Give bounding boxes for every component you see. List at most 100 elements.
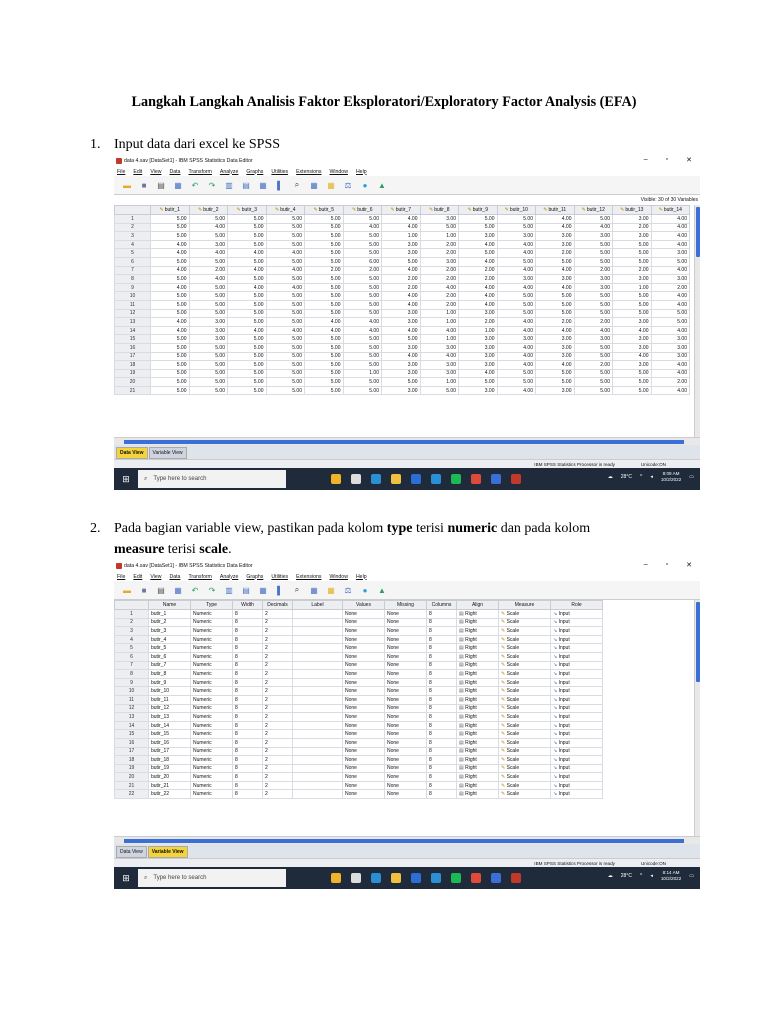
column-header[interactable]: Width bbox=[232, 600, 263, 610]
align-cell[interactable]: ▤ Right bbox=[456, 763, 499, 774]
data-cell[interactable]: 3.00 bbox=[612, 317, 652, 327]
role-cell[interactable]: ↘ Input bbox=[550, 686, 603, 696]
data-cell[interactable]: 3.00 bbox=[650, 334, 690, 344]
columns-cell[interactable]: 8 bbox=[426, 772, 457, 782]
width-cell[interactable]: 8 bbox=[232, 660, 263, 671]
data-cell[interactable]: 5.00 bbox=[342, 351, 382, 362]
spss-taskbar-icon[interactable] bbox=[511, 474, 521, 484]
folder-icon[interactable] bbox=[331, 474, 341, 484]
name-cell[interactable]: butir_20 bbox=[148, 772, 191, 782]
data-cell[interactable]: 2.00 bbox=[573, 265, 613, 276]
data-cell[interactable]: 5.00 bbox=[612, 291, 652, 301]
measure-cell[interactable]: ✎ Scale bbox=[498, 609, 551, 619]
insert-variable-icon[interactable]: ▦ bbox=[324, 179, 338, 192]
align-cell[interactable]: ▤ Right bbox=[456, 789, 499, 800]
name-cell[interactable]: butir_1 bbox=[148, 609, 191, 619]
name-cell[interactable]: butir_15 bbox=[148, 729, 191, 739]
data-cell[interactable]: 3.00 bbox=[496, 274, 536, 284]
data-cell[interactable]: 5.00 bbox=[612, 299, 652, 310]
type-cell[interactable]: Numeric bbox=[190, 703, 233, 714]
data-cell[interactable]: 4.00 bbox=[419, 351, 459, 362]
label-cell[interactable] bbox=[292, 746, 343, 757]
data-cell[interactable]: 3.00 bbox=[458, 308, 498, 319]
data-cell[interactable]: 3.00 bbox=[381, 342, 421, 353]
data-cell[interactable]: 1.00 bbox=[342, 368, 382, 379]
missing-cell[interactable]: None bbox=[384, 746, 427, 757]
role-cell[interactable]: ↘ Input bbox=[550, 643, 603, 653]
menu-data[interactable]: Data bbox=[169, 574, 180, 580]
menu-utilities[interactable]: Utilities bbox=[271, 574, 288, 580]
data-cell[interactable]: 5.00 bbox=[188, 282, 228, 293]
data-cell[interactable]: 4.00 bbox=[265, 265, 305, 276]
data-cell[interactable]: 4.00 bbox=[496, 317, 536, 327]
data-cell[interactable]: 4.00 bbox=[150, 265, 190, 276]
role-cell[interactable]: ↘ Input bbox=[550, 609, 603, 619]
name-cell[interactable]: butir_3 bbox=[148, 626, 191, 636]
app-icon[interactable] bbox=[491, 474, 501, 484]
menu-transform[interactable]: Transform bbox=[188, 574, 211, 580]
data-cell[interactable]: 5.00 bbox=[188, 360, 228, 370]
column-header[interactable]: Decimals bbox=[262, 600, 293, 610]
data-cell[interactable]: 3.00 bbox=[188, 239, 228, 250]
align-cell[interactable]: ▤ Right bbox=[456, 686, 499, 696]
data-cell[interactable]: 4.00 bbox=[458, 282, 498, 293]
data-cell[interactable]: 4.00 bbox=[650, 325, 690, 336]
type-cell[interactable]: Numeric bbox=[190, 626, 233, 636]
data-cell[interactable]: 5.00 bbox=[227, 308, 267, 319]
data-cell[interactable]: 5.00 bbox=[612, 385, 652, 396]
type-cell[interactable]: Numeric bbox=[190, 677, 233, 688]
data-cell[interactable]: 5.00 bbox=[150, 377, 190, 387]
horizontal-scrollbar[interactable] bbox=[114, 437, 700, 445]
data-cell[interactable]: 4.00 bbox=[419, 282, 459, 293]
type-cell[interactable]: Numeric bbox=[190, 712, 233, 722]
data-cell[interactable]: 5.00 bbox=[265, 274, 305, 284]
redo-icon[interactable]: ↷ bbox=[205, 179, 219, 192]
label-cell[interactable] bbox=[292, 737, 343, 748]
label-cell[interactable] bbox=[292, 609, 343, 619]
columns-cell[interactable]: 8 bbox=[426, 660, 457, 671]
role-cell[interactable]: ↘ Input bbox=[550, 763, 603, 774]
data-cell[interactable]: 3.00 bbox=[573, 334, 613, 344]
data-cell[interactable]: 5.00 bbox=[342, 231, 382, 241]
align-cell[interactable]: ▤ Right bbox=[456, 755, 499, 765]
data-cell[interactable]: 5.00 bbox=[342, 360, 382, 370]
undo-icon[interactable]: ↶ bbox=[188, 584, 202, 597]
width-cell[interactable]: 8 bbox=[232, 746, 263, 757]
data-cell[interactable]: 6.00 bbox=[342, 256, 382, 267]
data-cell[interactable]: 5.00 bbox=[458, 222, 498, 233]
measure-cell[interactable]: ✎ Scale bbox=[498, 729, 551, 739]
data-cell[interactable]: 4.00 bbox=[496, 239, 536, 250]
decimals-cell[interactable]: 2 bbox=[262, 789, 293, 800]
type-cell[interactable]: Numeric bbox=[190, 634, 233, 645]
name-cell[interactable]: butir_11 bbox=[148, 694, 191, 705]
type-cell[interactable]: Numeric bbox=[190, 772, 233, 782]
measure-cell[interactable]: ✎ Scale bbox=[498, 634, 551, 645]
data-cell[interactable]: 5.00 bbox=[535, 291, 575, 301]
data-cell[interactable]: 4.00 bbox=[535, 214, 575, 224]
data-cell[interactable]: 5.00 bbox=[150, 351, 190, 362]
data-cell[interactable]: 4.00 bbox=[650, 360, 690, 370]
data-cell[interactable]: 3.00 bbox=[535, 342, 575, 353]
columns-cell[interactable]: 8 bbox=[426, 686, 457, 696]
data-cell[interactable]: 5.00 bbox=[573, 214, 613, 224]
type-cell[interactable]: Numeric bbox=[190, 694, 233, 705]
data-cell[interactable]: 5.00 bbox=[227, 222, 267, 233]
name-cell[interactable]: butir_19 bbox=[148, 763, 191, 774]
data-cell[interactable]: 1.00 bbox=[612, 282, 652, 293]
data-cell[interactable]: 2.00 bbox=[573, 317, 613, 327]
goto-variable-icon[interactable]: ▤ bbox=[239, 179, 253, 192]
role-cell[interactable]: ↘ Input bbox=[550, 703, 603, 714]
decimals-cell[interactable]: 2 bbox=[262, 729, 293, 739]
task-view-icon[interactable] bbox=[351, 873, 361, 883]
column-header[interactable]: ✎butir_6 bbox=[342, 205, 382, 215]
use-sets-icon[interactable]: ▲ bbox=[375, 584, 389, 597]
columns-cell[interactable]: 8 bbox=[426, 789, 457, 800]
minimize-button[interactable]: – bbox=[644, 561, 648, 569]
columns-cell[interactable]: 8 bbox=[426, 669, 457, 679]
data-cell[interactable]: 2.00 bbox=[304, 265, 344, 276]
data-cell[interactable]: 2.00 bbox=[381, 282, 421, 293]
data-cell[interactable]: 5.00 bbox=[304, 291, 344, 301]
data-cell[interactable]: 3.00 bbox=[458, 351, 498, 362]
data-cell[interactable]: 5.00 bbox=[150, 308, 190, 319]
data-cell[interactable]: 5.00 bbox=[188, 385, 228, 396]
